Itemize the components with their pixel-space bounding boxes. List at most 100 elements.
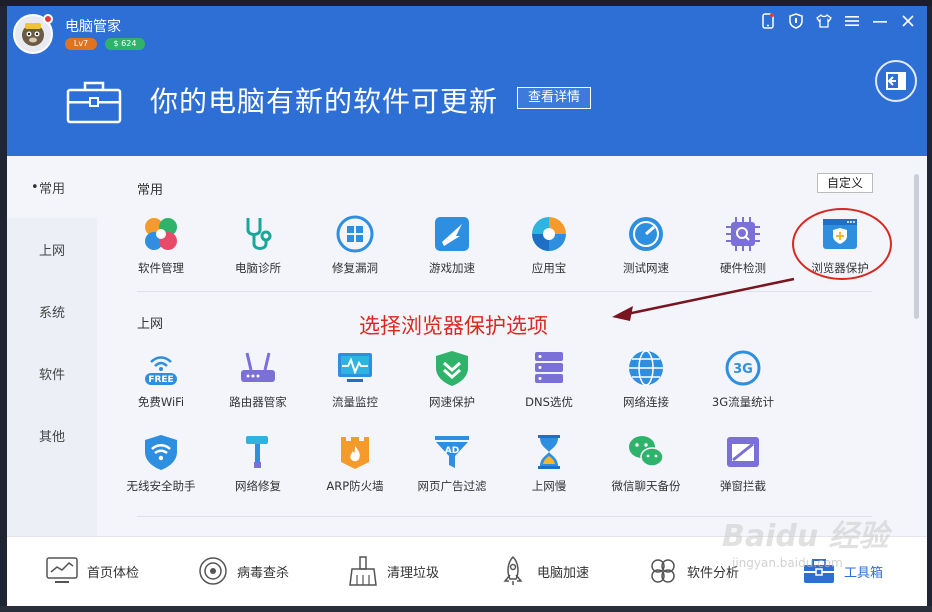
- tool-label: 上网慢: [531, 479, 567, 493]
- nav-virus-scan[interactable]: 病毒查杀: [197, 553, 289, 589]
- nav-speed-up[interactable]: 电脑加速: [497, 553, 589, 589]
- broom-icon: [349, 556, 377, 586]
- nav-clean-junk[interactable]: 清理垃圾: [347, 553, 439, 589]
- tool-label: 网络修复: [235, 479, 281, 493]
- globe-icon: [626, 348, 666, 388]
- speed-shield-icon: [432, 348, 472, 388]
- svg-text:3G: 3G: [733, 362, 753, 377]
- sidebar-item-system[interactable]: 系统: [7, 280, 97, 342]
- header: 电脑管家 Lv7 $ 624 你的电脑有新的软件可更新 查看详情: [7, 6, 927, 156]
- nav-software-analysis[interactable]: 软件分析: [647, 553, 739, 589]
- firewall-icon: [335, 432, 375, 472]
- window-controls: [759, 12, 917, 30]
- monitor-chart-icon: [46, 557, 78, 583]
- tool-wireless-security[interactable]: 无线安全助手: [119, 432, 203, 494]
- sidebar-item-common[interactable]: 常用: [7, 156, 97, 218]
- tool-slow-internet[interactable]: 上网慢: [507, 432, 591, 494]
- router-icon: [238, 348, 278, 388]
- tool-hardware-check[interactable]: 硬件检测: [701, 214, 785, 276]
- phone-icon[interactable]: [759, 12, 777, 30]
- tool-arp-firewall[interactable]: ARP防火墙: [313, 432, 397, 494]
- annotation-text: 选择浏览器保护选项: [359, 314, 548, 338]
- tool-3g-traffic-stats[interactable]: 3G 3G流量统计: [701, 348, 785, 410]
- tool-label: 电脑诊所: [235, 261, 281, 275]
- close-icon[interactable]: [899, 12, 917, 30]
- nav-label: 工具箱: [844, 565, 884, 581]
- menu-icon[interactable]: [843, 12, 861, 30]
- tools-panel: 常用 自定义 软件管理 电脑诊所 修复漏洞 游戏加速 应用宝 测试网速 硬件检测…: [97, 156, 927, 536]
- tool-label: 弹窗拦截: [720, 479, 766, 493]
- customize-button[interactable]: 自定义: [817, 173, 873, 193]
- tool-label: 网速保护: [429, 395, 475, 409]
- tool-wechat-backup[interactable]: 微信聊天备份: [604, 432, 688, 494]
- nav-label: 病毒查杀: [237, 565, 290, 581]
- exit-toolbox-button[interactable]: [875, 60, 917, 102]
- sidebar-item-software[interactable]: 软件: [7, 342, 97, 404]
- hourglass-icon: [529, 432, 569, 472]
- tool-label: ARP防火墙: [326, 479, 384, 493]
- app-store-icon: [529, 214, 569, 254]
- highlight-circle: [792, 208, 892, 280]
- tool-speed-protection[interactable]: 网速保护: [410, 348, 494, 410]
- avatar-icon: [22, 23, 44, 46]
- tool-free-wifi[interactable]: FREE 免费WiFi: [119, 348, 203, 410]
- free-wifi-icon: FREE: [141, 348, 181, 388]
- desktop-taskbar-sliver: [0, 606, 932, 612]
- sidebar-item-internet[interactable]: 上网: [7, 218, 97, 280]
- app-title: 电脑管家: [65, 19, 121, 35]
- ad-filter-icon: AD: [432, 432, 472, 472]
- level-badge: Lv7: [65, 38, 97, 50]
- tool-pc-clinic[interactable]: 电脑诊所: [216, 214, 300, 276]
- toolbox-banner-icon: [65, 76, 123, 130]
- tool-label: 硬件检测: [720, 261, 766, 275]
- 3g-icon: 3G: [723, 348, 763, 388]
- target-icon: [199, 557, 227, 585]
- section-divider: [137, 291, 872, 292]
- section-divider: [137, 516, 872, 517]
- nav-label: 首页体检: [87, 565, 140, 581]
- minimize-icon[interactable]: [871, 12, 889, 30]
- notification-dot: [43, 14, 53, 24]
- tool-label: 无线安全助手: [126, 479, 196, 493]
- tool-traffic-monitor[interactable]: 流量监控: [313, 348, 397, 410]
- tool-app-store[interactable]: 应用宝: [507, 214, 591, 276]
- clover-icon: [141, 214, 181, 254]
- tool-label: 游戏加速: [429, 261, 475, 275]
- hammer-icon: [238, 432, 278, 472]
- sidebar-item-other[interactable]: 其他: [7, 404, 97, 466]
- scrollbar-thumb[interactable]: [914, 174, 919, 319]
- tool-label: 3G流量统计: [711, 395, 775, 409]
- tool-network-repair[interactable]: 网络修复: [216, 432, 300, 494]
- tool-label: 网页广告过滤: [417, 479, 487, 493]
- sidebar: 常用 上网 系统 软件 其他: [7, 156, 97, 536]
- tool-label: 修复漏洞: [332, 261, 378, 275]
- speedometer-icon: [626, 214, 666, 254]
- view-details-button[interactable]: 查看详情: [517, 87, 592, 109]
- wifi-shield-icon: [141, 432, 181, 472]
- tool-router-manager[interactable]: 路由器管家: [216, 348, 300, 410]
- tool-fix-vulnerabilities[interactable]: 修复漏洞: [313, 214, 397, 276]
- nav-home-checkup[interactable]: 首页体检: [45, 553, 139, 589]
- nav-label: 清理垃圾: [387, 565, 440, 581]
- tool-label: 测试网速: [623, 261, 669, 275]
- coins-badge: $ 624: [105, 38, 145, 50]
- windows-repair-icon: [335, 214, 375, 254]
- tool-software-manager[interactable]: 软件管理: [119, 214, 203, 276]
- rocket-icon: [503, 555, 523, 585]
- tool-game-boost[interactable]: 游戏加速: [410, 214, 494, 276]
- tool-ad-filter[interactable]: AD 网页广告过滤: [410, 432, 494, 494]
- section-title-common: 常用: [137, 183, 164, 198]
- nav-toolbox[interactable]: 工具箱: [802, 553, 883, 589]
- tool-label: 应用宝: [531, 261, 567, 275]
- tool-label: 软件管理: [138, 261, 184, 275]
- game-boost-icon: [432, 214, 472, 254]
- tool-popup-block[interactable]: 弹窗拦截: [701, 432, 785, 494]
- tool-network-connection[interactable]: 网络连接: [604, 348, 688, 410]
- shield-icon[interactable]: [787, 12, 805, 30]
- shirt-icon[interactable]: [815, 12, 833, 30]
- tool-label: 网络连接: [623, 395, 669, 409]
- tool-speed-test[interactable]: 测试网速: [604, 214, 688, 276]
- avatar[interactable]: [13, 14, 53, 54]
- app-window: 电脑管家 Lv7 $ 624 你的电脑有新的软件可更新 查看详情 • 常用 上网…: [7, 6, 927, 606]
- tool-dns-optimize[interactable]: DNS选优: [507, 348, 591, 410]
